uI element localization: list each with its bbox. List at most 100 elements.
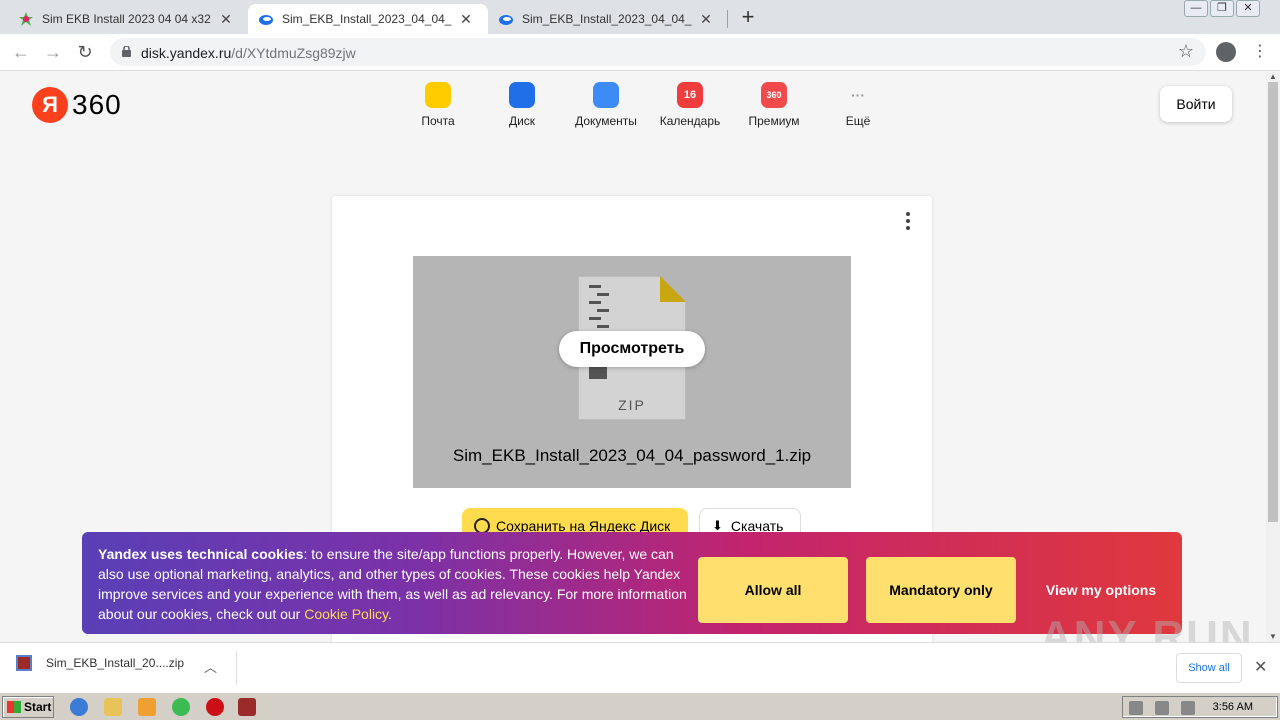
windows-flag-icon <box>7 701 21 713</box>
browser-tab-bar: Sim EKB Install 2023 04 04 x32 [2023 ✕ S… <box>0 0 1280 34</box>
clock: 3:56 AM <box>1212 701 1253 713</box>
service-label: Календарь <box>659 114 721 128</box>
cookie-policy-link[interactable]: Cookie Policy <box>304 606 388 622</box>
network-icon[interactable] <box>1155 701 1169 715</box>
menu-dot <box>906 212 910 216</box>
anyrun-favicon-icon <box>19 12 33 26</box>
yandex-360-logo[interactable]: Я 360 <box>32 87 122 123</box>
login-button[interactable]: Войти <box>1160 86 1232 122</box>
download-divider <box>236 651 237 685</box>
disk-icon <box>509 82 535 108</box>
cookie-text: Yandex uses technical cookies: to ensure… <box>98 544 688 624</box>
windows-taskbar: Start 3:56 AM <box>0 692 1280 720</box>
zipper-tooth <box>597 309 609 312</box>
zipper-tooth <box>589 285 601 288</box>
download-bar: Sim_EKB_Install_20....zip ︿ Show all ✕ <box>0 642 1280 692</box>
file-name: Sim_EKB_Install_2023_04_04_password_1.zi… <box>452 446 812 465</box>
bookmark-star-icon[interactable]: ☆ <box>1178 41 1194 62</box>
back-arrow-icon[interactable]: ← <box>10 42 32 64</box>
tab-separator <box>727 10 728 28</box>
zip-corner <box>660 276 686 302</box>
download-bar-close-icon[interactable]: ✕ <box>1254 657 1267 677</box>
tab-close-icon[interactable]: ✕ <box>698 11 714 28</box>
minimize-button[interactable]: — <box>1184 0 1208 17</box>
chrome-menu-icon[interactable]: ⋮ <box>1252 42 1268 62</box>
zipper-tooth <box>589 301 601 304</box>
service-label: Почта <box>421 114 455 128</box>
calendar-icon: 16 <box>677 82 703 108</box>
url-path: /d/XYtdmuZsg89zjw <box>231 45 356 61</box>
service-premium[interactable]: 360 Премиум <box>732 82 816 128</box>
tab-close-icon[interactable]: ✕ <box>218 11 234 28</box>
zipper-tooth <box>597 325 609 328</box>
restore-button[interactable]: ❐ <box>1210 0 1234 17</box>
forward-arrow-icon[interactable]: → <box>42 42 64 64</box>
system-tray: 3:56 AM <box>1122 696 1278 718</box>
cookie-bold-text: Yandex uses technical cookies <box>98 546 304 562</box>
yandex-disk-favicon-icon <box>259 15 273 25</box>
anyrun-watermark: ANY RUN <box>1040 612 1254 642</box>
media-player-icon[interactable] <box>138 698 156 716</box>
chevron-up-icon[interactable]: ︿ <box>204 657 217 676</box>
logo-360-text: 360 <box>72 89 122 120</box>
scroll-up-arrow-icon[interactable]: ▲ <box>1266 72 1280 82</box>
cookie-banner: Yandex uses technical cookies: to ensure… <box>82 532 1182 634</box>
flag-notification-icon[interactable] <box>1181 701 1195 715</box>
file-preview[interactable]: ZIP Просмотреть Sim_EKB_Install_2023_04_… <box>413 256 851 488</box>
cookie-trailing: . <box>388 606 392 622</box>
url-host: disk.yandex.ru <box>141 45 232 61</box>
mail-icon <box>425 82 451 108</box>
address-bar[interactable]: disk.yandex.ru/d/XYtdmuZsg89zjw ☆ <box>110 38 1206 66</box>
profile-avatar-icon[interactable] <box>1216 42 1236 62</box>
service-calendar[interactable]: 16 Календарь <box>648 82 732 128</box>
ie-icon[interactable] <box>70 698 88 716</box>
tab-2-active[interactable]: Sim_EKB_Install_2023_04_04_passw ✕ <box>248 4 488 34</box>
volume-icon[interactable] <box>1129 701 1143 715</box>
services-nav: Почта Диск Документы 16 Календарь 360 Пр… <box>396 82 900 128</box>
browser-toolbar: ← → ↻ disk.yandex.ru/d/XYtdmuZsg89zjw ☆ … <box>0 34 1280 71</box>
download-filename: Sim_EKB_Install_20....zip <box>46 656 185 670</box>
reload-icon[interactable]: ↻ <box>74 42 96 64</box>
scroll-down-arrow-icon[interactable]: ▼ <box>1266 632 1280 642</box>
tab-close-icon[interactable]: ✕ <box>458 11 474 28</box>
service-mail[interactable]: Почта <box>396 82 480 128</box>
winrar-file-icon <box>16 655 32 671</box>
tab-1[interactable]: Sim EKB Install 2023 04 04 x32 [2023 ✕ <box>8 4 244 34</box>
window-close-button[interactable]: ✕ <box>1236 0 1260 17</box>
chrome-icon[interactable] <box>172 698 190 716</box>
start-button[interactable]: Start <box>2 696 54 718</box>
menu-dot <box>906 226 910 230</box>
mandatory-only-button[interactable]: Mandatory only <box>866 557 1016 623</box>
url-text: disk.yandex.ru/d/XYtdmuZsg89zjw <box>141 45 356 61</box>
service-disk[interactable]: Диск <box>480 82 564 128</box>
opera-icon[interactable] <box>206 698 224 716</box>
lock-icon <box>122 46 131 57</box>
yandex-logo-letter: Я <box>32 87 68 123</box>
menu-dot <box>906 219 910 223</box>
explorer-folder-icon[interactable] <box>104 698 122 716</box>
winrar-icon[interactable] <box>238 698 256 716</box>
service-more[interactable]: ··· Ещё <box>816 82 900 128</box>
new-tab-button[interactable]: + <box>736 6 760 28</box>
scroll-thumb[interactable] <box>1268 82 1278 522</box>
premium-icon: 360 <box>761 82 787 108</box>
page-scrollbar[interactable]: ▲ ▼ <box>1266 72 1280 642</box>
zipper-tooth <box>597 293 609 296</box>
download-item[interactable]: Sim_EKB_Install_20....zip <box>16 655 184 671</box>
start-label: Start <box>24 700 52 714</box>
view-button[interactable]: Просмотреть <box>559 331 705 367</box>
allow-all-button[interactable]: Allow all <box>698 557 848 623</box>
documents-icon <box>593 82 619 108</box>
show-all-button[interactable]: Show all <box>1176 653 1242 683</box>
zip-label: ZIP <box>618 397 646 413</box>
zipper-pull <box>589 365 607 379</box>
tab-3[interactable]: Sim_EKB_Install_2023_04_04_passw ✕ <box>488 4 724 34</box>
card-more-menu-icon[interactable] <box>906 212 912 233</box>
service-documents[interactable]: Документы <box>564 82 648 128</box>
more-icon: ··· <box>851 87 865 103</box>
window-controls: — ❐ ✕ <box>1182 0 1260 18</box>
yandex-disk-page: Я 360 Почта Диск Документы 16 Календарь … <box>0 72 1266 642</box>
yandex-disk-favicon-icon <box>499 15 513 25</box>
tab-title: Sim EKB Install 2023 04 04 x32 [2023 <box>42 12 212 26</box>
service-label: Ещё <box>845 114 871 128</box>
